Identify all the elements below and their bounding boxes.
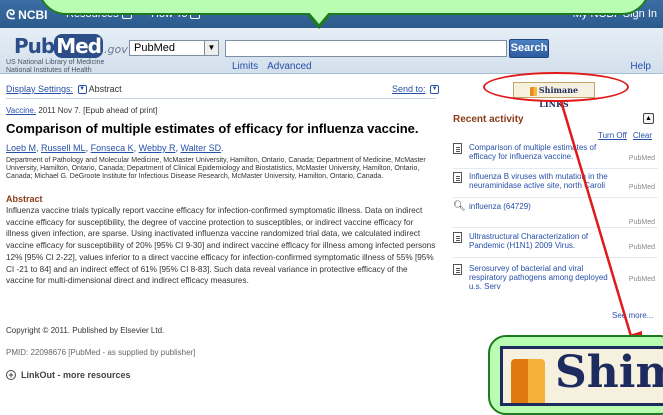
- pmid: PMID: 22098676 [PubMed - as supplied by …: [6, 348, 196, 357]
- limits-link[interactable]: Limits: [232, 61, 258, 72]
- recent-activity-item[interactable]: Ultrastructural Characterization of Pand…: [453, 232, 658, 258]
- search-input[interactable]: [225, 40, 507, 57]
- nlm-subtitle: US National Library of Medicine National …: [6, 59, 105, 74]
- copyright: Copyright © 2011. Published by Elsevier …: [6, 326, 165, 335]
- recent-activity-item[interactable]: 🔍︎ influenza (64729) PubMed: [453, 202, 658, 228]
- chevron-down-icon: ▼: [430, 85, 440, 95]
- author-link[interactable]: Loeb M: [6, 143, 36, 153]
- author-link[interactable]: Russell ML: [41, 143, 86, 153]
- article-title: Comparison of multiple estimates of effi…: [6, 121, 419, 136]
- database-select[interactable]: PubMed ▼: [129, 40, 219, 56]
- callout-bubble-top: [38, 0, 650, 15]
- recent-activity-heading: Recent activity: [453, 114, 524, 125]
- document-icon: [453, 264, 462, 275]
- plus-icon: +: [6, 370, 16, 380]
- shimane-zoom-preview: Shim: [500, 346, 663, 406]
- collapse-icon[interactable]: ▲: [643, 113, 654, 124]
- highlight-ellipse: [483, 72, 629, 102]
- ncbi-logo[interactable]: ᘓ NCBI: [6, 7, 48, 23]
- pubmed-logo[interactable]: Pub Med .gov: [14, 34, 128, 58]
- search-icon: 🔍︎: [453, 201, 466, 212]
- author-link[interactable]: Walter SD: [181, 143, 222, 153]
- document-icon: [453, 232, 462, 243]
- document-icon: [453, 143, 462, 154]
- linkout-toggle[interactable]: + LinkOut - more resources: [6, 370, 131, 380]
- abstract-text: Influenza vaccine trials typically repor…: [6, 206, 436, 286]
- author-link[interactable]: Fonseca K: [91, 143, 134, 153]
- affiliation: Department of Pathology and Molecular Me…: [6, 157, 426, 180]
- ncbi-logo-icon: ᘓ: [6, 7, 16, 22]
- author-list: Loeb M, Russell ML, Fonseca K, Webby R, …: [6, 143, 224, 153]
- recent-activity-item[interactable]: Serosurvey of bacterial and viral respir…: [453, 264, 658, 304]
- abstract-heading: Abstract: [6, 194, 43, 204]
- display-settings[interactable]: Display Settings: ▼ Abstract: [6, 84, 122, 95]
- help-link[interactable]: Help: [630, 61, 651, 72]
- advanced-link[interactable]: Advanced: [267, 61, 311, 72]
- search-button[interactable]: Search: [509, 39, 549, 58]
- recent-activity-item[interactable]: Influenza B viruses with mutation in the…: [453, 172, 658, 198]
- citation: Vaccine. 2011 Nov 7. [Epub ahead of prin…: [6, 106, 158, 115]
- search-band: Pub Med .gov US National Library of Medici…: [0, 28, 663, 74]
- journal-link[interactable]: Vaccine.: [6, 106, 36, 115]
- shimane-logo-icon: [511, 359, 545, 403]
- author-link[interactable]: Webby R: [139, 143, 176, 153]
- callout-tail: [305, 11, 333, 29]
- document-icon: [453, 172, 462, 183]
- search-options: Limits Advanced: [232, 61, 321, 72]
- recent-activity-controls: Turn Off Clear: [592, 131, 652, 140]
- chevron-down-icon: ▼: [77, 85, 87, 95]
- turn-off-link[interactable]: Turn Off: [598, 131, 627, 140]
- clear-link[interactable]: Clear: [633, 131, 652, 140]
- divider: [6, 98, 436, 99]
- shimane-zoom-text: Shim: [555, 347, 663, 398]
- recent-activity-item[interactable]: Comparison of multiple estimates of effi…: [453, 143, 658, 169]
- see-more-link[interactable]: See more...: [612, 311, 653, 320]
- send-to-menu[interactable]: Send to: ▼: [392, 84, 440, 95]
- chevron-down-icon: ▼: [204, 41, 218, 55]
